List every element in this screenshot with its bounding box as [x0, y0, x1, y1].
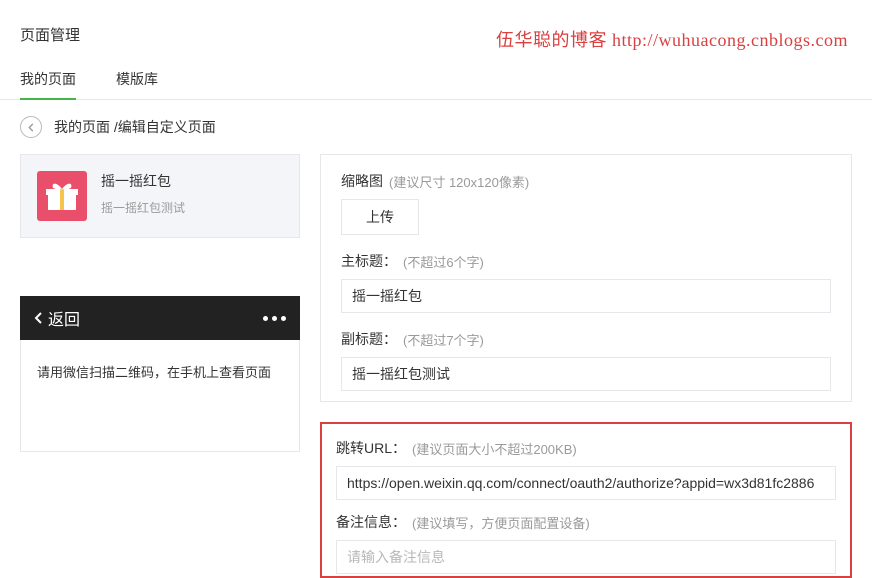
tabs: 我的页面 模版库 [0, 59, 872, 100]
breadcrumb-current: 编辑自定义页面 [118, 119, 216, 135]
form-card-basic: 缩略图 (建议尺寸 120x120像素) 上传 主标题： (不超过6个字) 副标… [320, 154, 852, 402]
upload-button[interactable]: 上传 [341, 199, 419, 235]
gift-icon [37, 171, 87, 221]
breadcrumb-sep: / [110, 119, 118, 135]
watermark-text: 伍华聪的博客 http://wuhuacong.cnblogs.com [496, 26, 848, 52]
remark-input[interactable] [336, 540, 836, 574]
more-icon[interactable] [263, 316, 286, 321]
highlighted-section: 跳转URL： (建议页面大小不超过200KB) 备注信息： (建议填写，方便页面… [320, 422, 852, 578]
qr-hint: 请用微信扫描二维码，在手机上查看页面 [20, 340, 300, 452]
thumbnail-label: 缩略图 [341, 171, 383, 191]
main-title-label: 主标题： [341, 251, 397, 271]
chevron-left-icon [34, 311, 44, 325]
breadcrumb-link[interactable]: 我的页面 [54, 119, 110, 135]
redirect-url-input[interactable] [336, 466, 836, 500]
tab-my-pages[interactable]: 我的页面 [20, 59, 76, 99]
breadcrumb: 我的页面 /编辑自定义页面 [54, 117, 216, 137]
preview-header: 返回 [20, 296, 300, 340]
main-title-input[interactable] [341, 279, 831, 313]
remark-label: 备注信息： [336, 512, 406, 532]
redirect-hint: (建议页面大小不超过200KB) [412, 439, 577, 458]
sub-title-input[interactable] [341, 357, 831, 391]
redirect-label: 跳转URL： [336, 438, 406, 458]
breadcrumb-row: 我的页面 /编辑自定义页面 [0, 100, 872, 154]
back-button[interactable]: 返回 [34, 306, 80, 330]
back-label: 返回 [48, 306, 80, 330]
sub-title-hint: (不超过7个字) [403, 330, 484, 349]
thumbnail-hint: (建议尺寸 120x120像素) [389, 172, 529, 191]
promo-card: 摇一摇红包 摇一摇红包测试 [20, 154, 300, 238]
main-title-hint: (不超过6个字) [403, 252, 484, 271]
promo-title: 摇一摇红包 [101, 171, 185, 191]
tab-templates[interactable]: 模版库 [116, 59, 158, 99]
back-icon[interactable] [20, 116, 42, 138]
sub-title-label: 副标题： [341, 329, 397, 349]
promo-subtitle: 摇一摇红包测试 [101, 199, 185, 216]
remark-hint: (建议填写，方便页面配置设备) [412, 513, 590, 532]
